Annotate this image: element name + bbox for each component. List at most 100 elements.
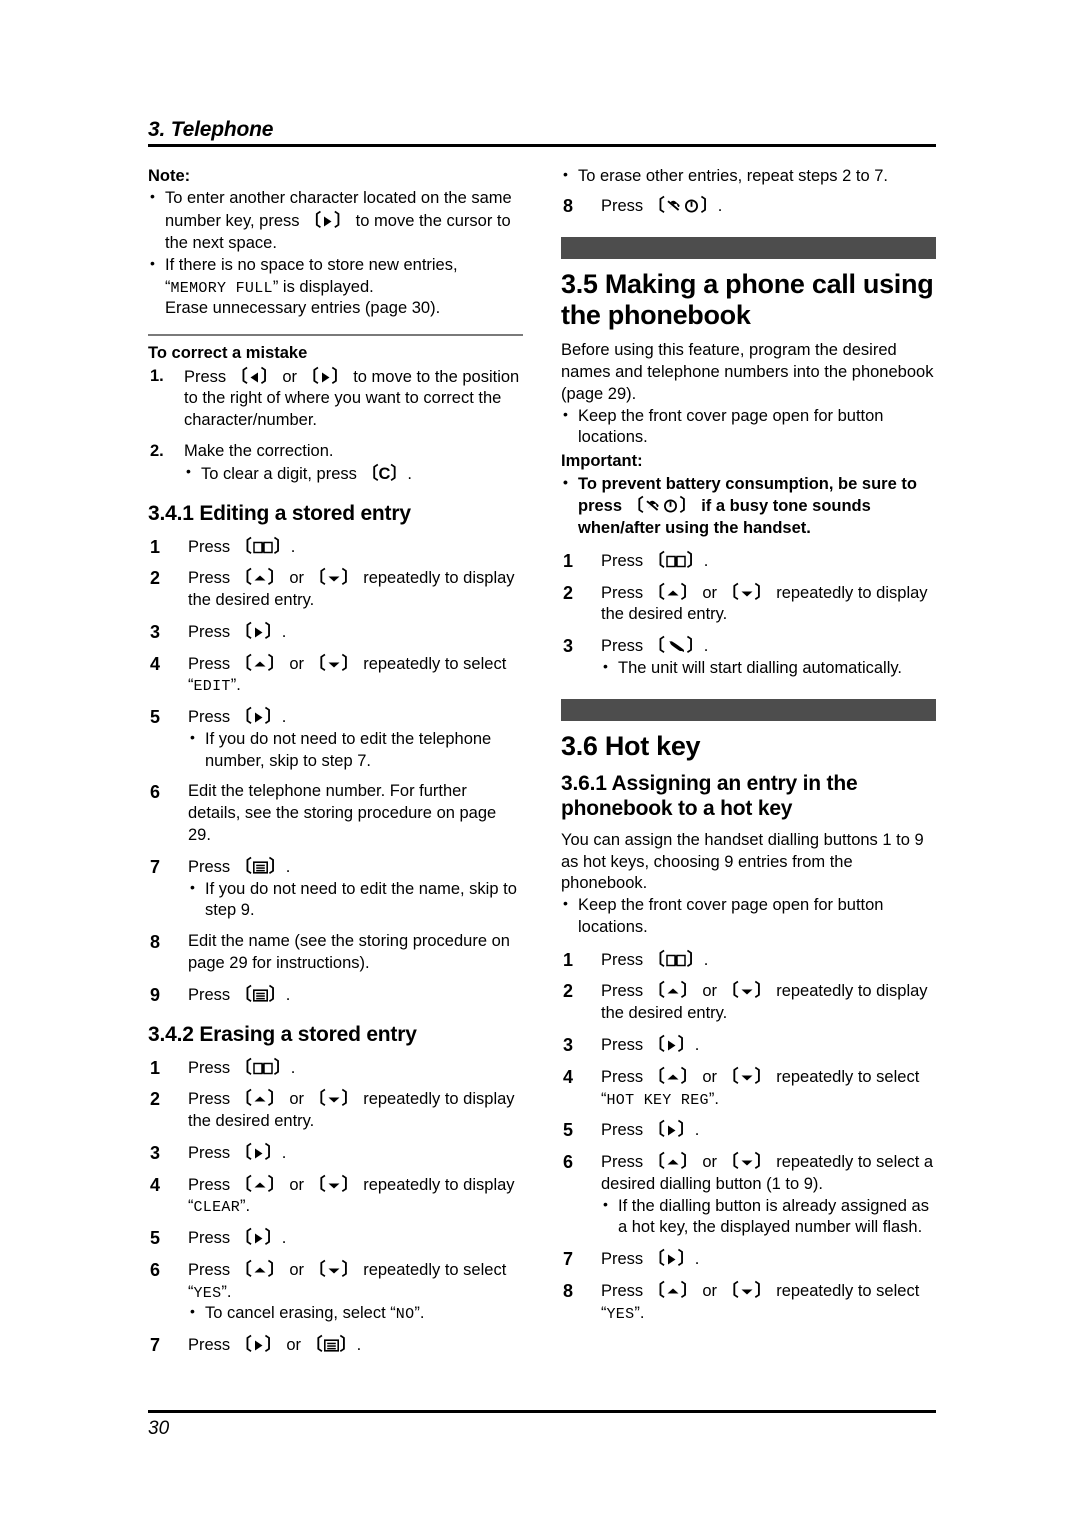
down-arrow-icon: [740, 1285, 754, 1298]
step-number: 9: [150, 984, 161, 1005]
step-sub-bullets: The unit will start dialling automatical…: [601, 657, 936, 680]
down-arrow-icon: [327, 1093, 341, 1106]
step-pre: Press: [188, 654, 235, 673]
header-rule: [148, 144, 936, 148]
sub-post: ”.: [414, 1304, 425, 1323]
key-right-arrow: 〔〕: [234, 1335, 282, 1355]
step-number: 2: [563, 981, 574, 1002]
step-number: 5: [563, 1120, 574, 1141]
list-item: 1 Press 〔〕.: [148, 536, 523, 559]
step-post: .: [290, 537, 296, 556]
step-pre: Press: [188, 1090, 235, 1109]
list-item: To erase other entries, repeat steps 2 t…: [561, 165, 936, 188]
step-mid: or: [284, 1175, 309, 1194]
step-pre: Press: [188, 1336, 235, 1355]
step-sub-bullets: If the dialling button is already assign…: [601, 1195, 936, 1240]
step-tail: ”.: [230, 676, 241, 695]
lcd-text: EDIT: [193, 678, 231, 696]
right-arrow-icon: [322, 215, 333, 228]
list-item: To cancel erasing, select “NO”.: [188, 1302, 523, 1325]
key-right-arrow: 〔〕: [647, 1249, 695, 1269]
page-number: 30: [148, 1418, 170, 1439]
list-item: 4 Press 〔〕 or 〔〕 repeatedly to select “ED…: [148, 653, 523, 698]
step-pre: Press: [601, 551, 648, 570]
list-item: 6 Press 〔〕 or 〔〕 repeatedly to select a d…: [561, 1151, 936, 1239]
step-mid: or: [697, 1153, 722, 1172]
step-sub-bullets: If you do not need to edit the name, ski…: [188, 878, 523, 923]
hot-key-bullets: Keep the front cover page open for butto…: [561, 894, 936, 939]
list-item: If you do not need to edit the telephone…: [188, 728, 523, 773]
left-arrow-icon: [249, 371, 260, 384]
list-item: 2. Make the correction. To clear a digit,…: [148, 441, 523, 486]
section-divider: [148, 334, 523, 337]
key-up-arrow: 〔〕: [647, 1152, 698, 1172]
sub-post: .: [407, 464, 413, 483]
step-pre: Press: [601, 583, 648, 602]
lcd-text: YES: [193, 1284, 222, 1302]
key-down-arrow: 〔〕: [721, 1152, 772, 1172]
step-mid: or: [697, 1281, 722, 1300]
note-bullets: To enter another character located on th…: [148, 187, 523, 320]
list-item: 8 Edit the name (see the storing procedur…: [148, 931, 523, 975]
making-call-intro: Before using this feature, program the d…: [561, 341, 934, 403]
right-arrow-icon: [253, 1339, 264, 1352]
step-sub-bullets: To cancel erasing, select “NO”.: [188, 1302, 523, 1325]
list-item: If the dialling button is already assign…: [601, 1195, 936, 1240]
step-number: 2.: [150, 441, 164, 460]
step-number: 4: [150, 1174, 161, 1195]
list-item: If you do not need to edit the name, ski…: [188, 878, 523, 923]
key-up-arrow: 〔〕: [234, 653, 285, 673]
correct-mistake-heading: To correct a mistake: [148, 344, 308, 363]
list-item: 2 Press 〔〕 or 〔〕 repeatedly to display th…: [148, 567, 523, 612]
step-text: Edit the name (see the storing procedure…: [188, 932, 510, 972]
step-mid: or: [281, 1336, 306, 1355]
list-item: 2 Press 〔〕 or 〔〕 repeatedly to display th…: [561, 980, 936, 1025]
step-mid: or: [284, 1260, 309, 1279]
step-number: 5: [150, 707, 161, 728]
list-item: 3 Press 〔〕.: [148, 1142, 523, 1165]
key-down-arrow: 〔〕: [721, 1280, 772, 1300]
step-number: 6: [150, 782, 161, 803]
right-arrow-icon: [253, 711, 264, 724]
list-item: 3 Press 〔〕.: [148, 621, 523, 644]
key-up-arrow: 〔〕: [234, 1089, 285, 1109]
up-arrow-icon: [666, 985, 680, 998]
key-up-arrow: 〔〕: [647, 1066, 698, 1086]
list-item: 3 Press 〔〕.: [561, 1034, 936, 1057]
step-post: .: [717, 196, 723, 215]
step-mid: or: [284, 569, 309, 588]
step-number: 4: [563, 1066, 574, 1087]
key-up-arrow: 〔〕: [234, 1174, 285, 1194]
list-item: 1 Press 〔〕.: [148, 1057, 523, 1080]
menu-icon: [252, 861, 268, 874]
step-tail: ”.: [708, 1089, 719, 1108]
step-number: 1.: [150, 366, 164, 385]
step-pre: Press: [188, 1260, 235, 1279]
step-pre: Press: [601, 982, 648, 1001]
step-pre: Press: [188, 985, 235, 1004]
step-post: .: [703, 637, 709, 656]
key-up-arrow: 〔〕: [647, 981, 698, 1001]
correct-mistake-steps: 1. Press 〔〕 or 〔〕 to move to the position…: [148, 366, 523, 486]
step-pre: Press: [601, 1036, 648, 1054]
key-off-power: 〔〕: [647, 195, 718, 215]
step-number: 1: [150, 536, 161, 557]
down-arrow-icon: [327, 1179, 341, 1192]
hot-key-steps: 1 Press 〔〕. 2 Press 〔〕 or 〔〕 repeatedly to…: [561, 949, 936, 1325]
list-item: Keep the front cover page open for butto…: [561, 405, 936, 450]
talk-handset-icon: [666, 640, 686, 653]
menu-icon: [252, 988, 268, 1002]
list-item: 2 Press 〔〕 or 〔〕 repeatedly to display th…: [561, 582, 936, 627]
list-item: 7 Press 〔〕. If you do not need to edit th…: [148, 856, 523, 922]
step-post: .: [694, 1121, 700, 1140]
footer-rule: [148, 1410, 936, 1413]
note-bullet-2-post: ” is displayed.: [272, 277, 374, 296]
lcd-text: YES: [606, 1305, 635, 1323]
hot-key-intro: You can assign the handset dialling butt…: [561, 830, 924, 893]
heading-3-6: 3.6 Hot key: [561, 730, 701, 761]
up-arrow-icon: [253, 1264, 267, 1277]
step-number: 2: [150, 568, 161, 589]
step-post: .: [703, 950, 709, 969]
important-label: Important:: [561, 452, 643, 471]
key-right-arrow: 〔〕: [234, 621, 282, 641]
